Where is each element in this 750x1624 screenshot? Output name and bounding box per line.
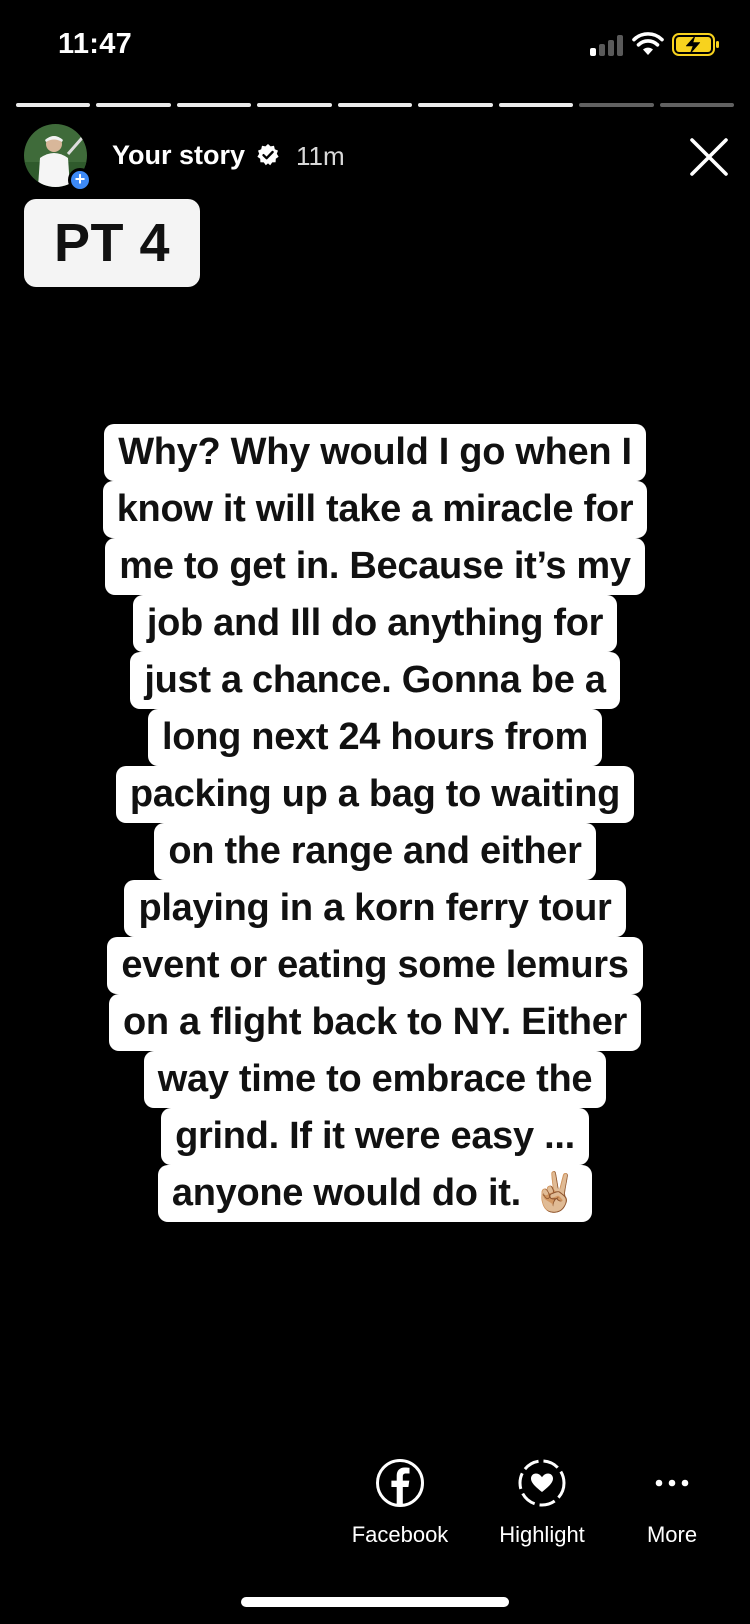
progress-segment [96, 103, 171, 107]
caption-line: job and Ill do anything for [132, 595, 618, 652]
caption-line: anyone would do it. ✌🏼 [157, 1165, 593, 1222]
caption-line: me to get in. Because it’s my [105, 538, 645, 595]
more-dots-icon [655, 1479, 689, 1487]
progress-segment [337, 103, 413, 107]
story-progress-bar [16, 103, 734, 107]
story-timestamp: 11m [296, 141, 345, 171]
wifi-icon [632, 32, 664, 55]
highlight-button[interactable]: Highlight [480, 1458, 604, 1548]
progress-segment [176, 103, 252, 107]
add-story-plus-icon[interactable]: + [68, 168, 92, 192]
battery-charging-icon [672, 33, 719, 56]
progress-segment [257, 103, 332, 107]
home-indicator[interactable] [241, 1597, 509, 1607]
verified-badge-icon [257, 144, 279, 166]
part-sticker: PT 4 [24, 199, 200, 287]
caption-line: event or eating some lemurs [107, 937, 643, 994]
caption-line: packing up a bag to waiting [115, 766, 635, 823]
more-label: More [646, 1522, 698, 1547]
avatar[interactable]: + [24, 124, 92, 192]
share-facebook-button[interactable]: Facebook [338, 1458, 462, 1548]
status-time: 11:47 [58, 28, 133, 60]
status-bar: 11:47 [0, 0, 750, 90]
facebook-icon [376, 1459, 424, 1507]
progress-segment [498, 103, 574, 107]
caption-line: on the range and either [154, 823, 596, 880]
caption-line: way time to embrace the [143, 1051, 607, 1108]
caption-line: Why? Why would I go when I [104, 424, 646, 481]
facebook-label: Facebook [351, 1522, 449, 1547]
highlight-label: Highlight [499, 1522, 585, 1547]
cellular-signal-icon [590, 34, 626, 56]
caption-line: playing in a korn ferry tour [124, 880, 626, 937]
progress-segment [418, 103, 493, 107]
story-username[interactable]: Your story [112, 140, 245, 171]
close-icon[interactable] [688, 136, 730, 178]
caption-line: long next 24 hours from [148, 709, 602, 766]
caption-line: just a chance. Gonna be a [130, 652, 620, 709]
caption-line: on a flight back to NY. Either [108, 994, 642, 1051]
story-caption: Why? Why would I go when I know it will … [60, 424, 690, 1222]
caption-line: grind. If it were easy ... [161, 1108, 589, 1165]
caption-line: know it will take a miracle for [102, 481, 648, 538]
progress-segment [16, 103, 91, 107]
highlight-heart-icon [518, 1459, 566, 1507]
more-button[interactable]: More [610, 1458, 734, 1548]
progress-segment [659, 103, 734, 107]
progress-segment [579, 103, 654, 107]
